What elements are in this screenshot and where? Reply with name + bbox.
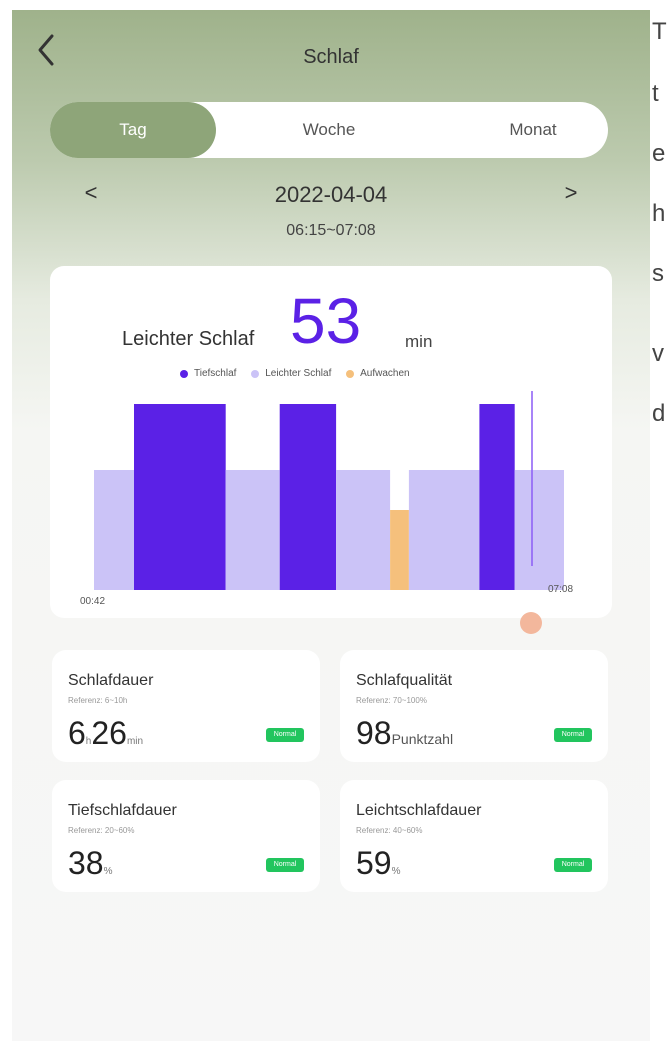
x-axis-end-label: 07:08 xyxy=(548,584,574,595)
stat-value: 38% xyxy=(68,846,113,889)
sleep-chart-card: Leichter Schlaf 53 min Tiefschlaf Leicht… xyxy=(50,266,612,618)
stat-value-number: 38 xyxy=(68,845,104,881)
stat-card-tiefschlafdauer: Tiefschlafdauer Referenz: 20~60% 38% Nor… xyxy=(52,780,320,892)
page-title: Schlaf xyxy=(303,46,359,68)
side-text-line: h xyxy=(652,200,666,227)
stat-unit: % xyxy=(103,866,113,877)
stat-value-number: 59 xyxy=(356,845,392,881)
stat-title: Leichtschlafdauer xyxy=(356,802,482,819)
stat-reference: Referenz: 70~100% xyxy=(356,696,427,705)
stat-value: 6h26min xyxy=(68,716,143,759)
chart-bar-leichter-schlaf xyxy=(336,470,391,590)
status-badge: Normal xyxy=(554,858,592,872)
stat-reference: Referenz: 40~60% xyxy=(356,826,423,835)
stat-value: 98Punktzahl xyxy=(356,716,453,756)
status-badge: Normal xyxy=(266,858,304,872)
chart-bar-leichter-schlaf xyxy=(225,470,280,590)
chart-bar-leichter-schlaf xyxy=(408,470,480,590)
chart-bar-leichter-schlaf xyxy=(94,470,134,590)
status-badge: Normal xyxy=(266,728,304,742)
chart-bar-aufwachen xyxy=(390,510,409,590)
tab-tag[interactable]: Tag xyxy=(50,102,216,158)
stat-card-leichtschlafdauer: Leichtschlafdauer Referenz: 40~60% 59% N… xyxy=(340,780,608,892)
chart-bar-leichter-schlaf xyxy=(514,470,564,590)
stat-card-schlafdauer: Schlafdauer Referenz: 6~10h 6h26min Norm… xyxy=(52,650,320,762)
side-text-line: d xyxy=(652,400,666,427)
timeline-scrubber-handle[interactable] xyxy=(520,612,542,634)
stat-value-minutes: 26 xyxy=(91,715,127,751)
stat-unit: Punktzahl xyxy=(391,731,454,747)
stat-title: Schlafdauer xyxy=(68,672,154,689)
x-axis-start-label: 00:42 xyxy=(80,596,106,607)
stat-card-schlafqualitaet: Schlafqualität Referenz: 70~100% 98Punkt… xyxy=(340,650,608,762)
stat-value-number: 98 xyxy=(356,715,392,751)
cropped-side-text: T t e h s v d xyxy=(648,10,668,430)
side-text-line: t xyxy=(652,80,659,107)
next-day-button[interactable]: > xyxy=(556,180,586,206)
status-badge: Normal xyxy=(554,728,592,742)
stat-reference: Referenz: 6~10h xyxy=(68,696,128,705)
date-label: 2022-04-04 xyxy=(274,182,388,207)
stat-value-hours: 6 xyxy=(68,715,86,751)
tab-monat[interactable]: Monat xyxy=(450,102,616,158)
stat-title: Tiefschlafdauer xyxy=(68,802,177,819)
sleep-stage-chart xyxy=(94,391,564,590)
stat-title: Schlafqualität xyxy=(356,672,453,689)
side-text-line: v xyxy=(652,340,664,367)
chart-bar-tiefschlaf xyxy=(134,404,226,590)
side-text-line: e xyxy=(652,140,666,167)
chart-bar-tiefschlaf xyxy=(279,404,337,590)
chart-bar-tiefschlaf xyxy=(479,404,515,590)
sleep-screen: Schlaf Tag Woche Monat < 2022-04-04 > 06… xyxy=(12,10,650,1041)
time-range: 06:15~07:08 xyxy=(286,222,376,239)
stat-reference: Referenz: 20~60% xyxy=(68,826,135,835)
period-tabs: Tag Woche Monat xyxy=(50,102,608,158)
side-text-line: s xyxy=(652,260,664,287)
stat-unit: % xyxy=(391,866,401,877)
side-text-line: T xyxy=(652,18,667,45)
stat-unit-minutes: min xyxy=(126,736,144,747)
tab-woche[interactable]: Woche xyxy=(246,102,412,158)
stat-value: 59% xyxy=(356,846,401,889)
